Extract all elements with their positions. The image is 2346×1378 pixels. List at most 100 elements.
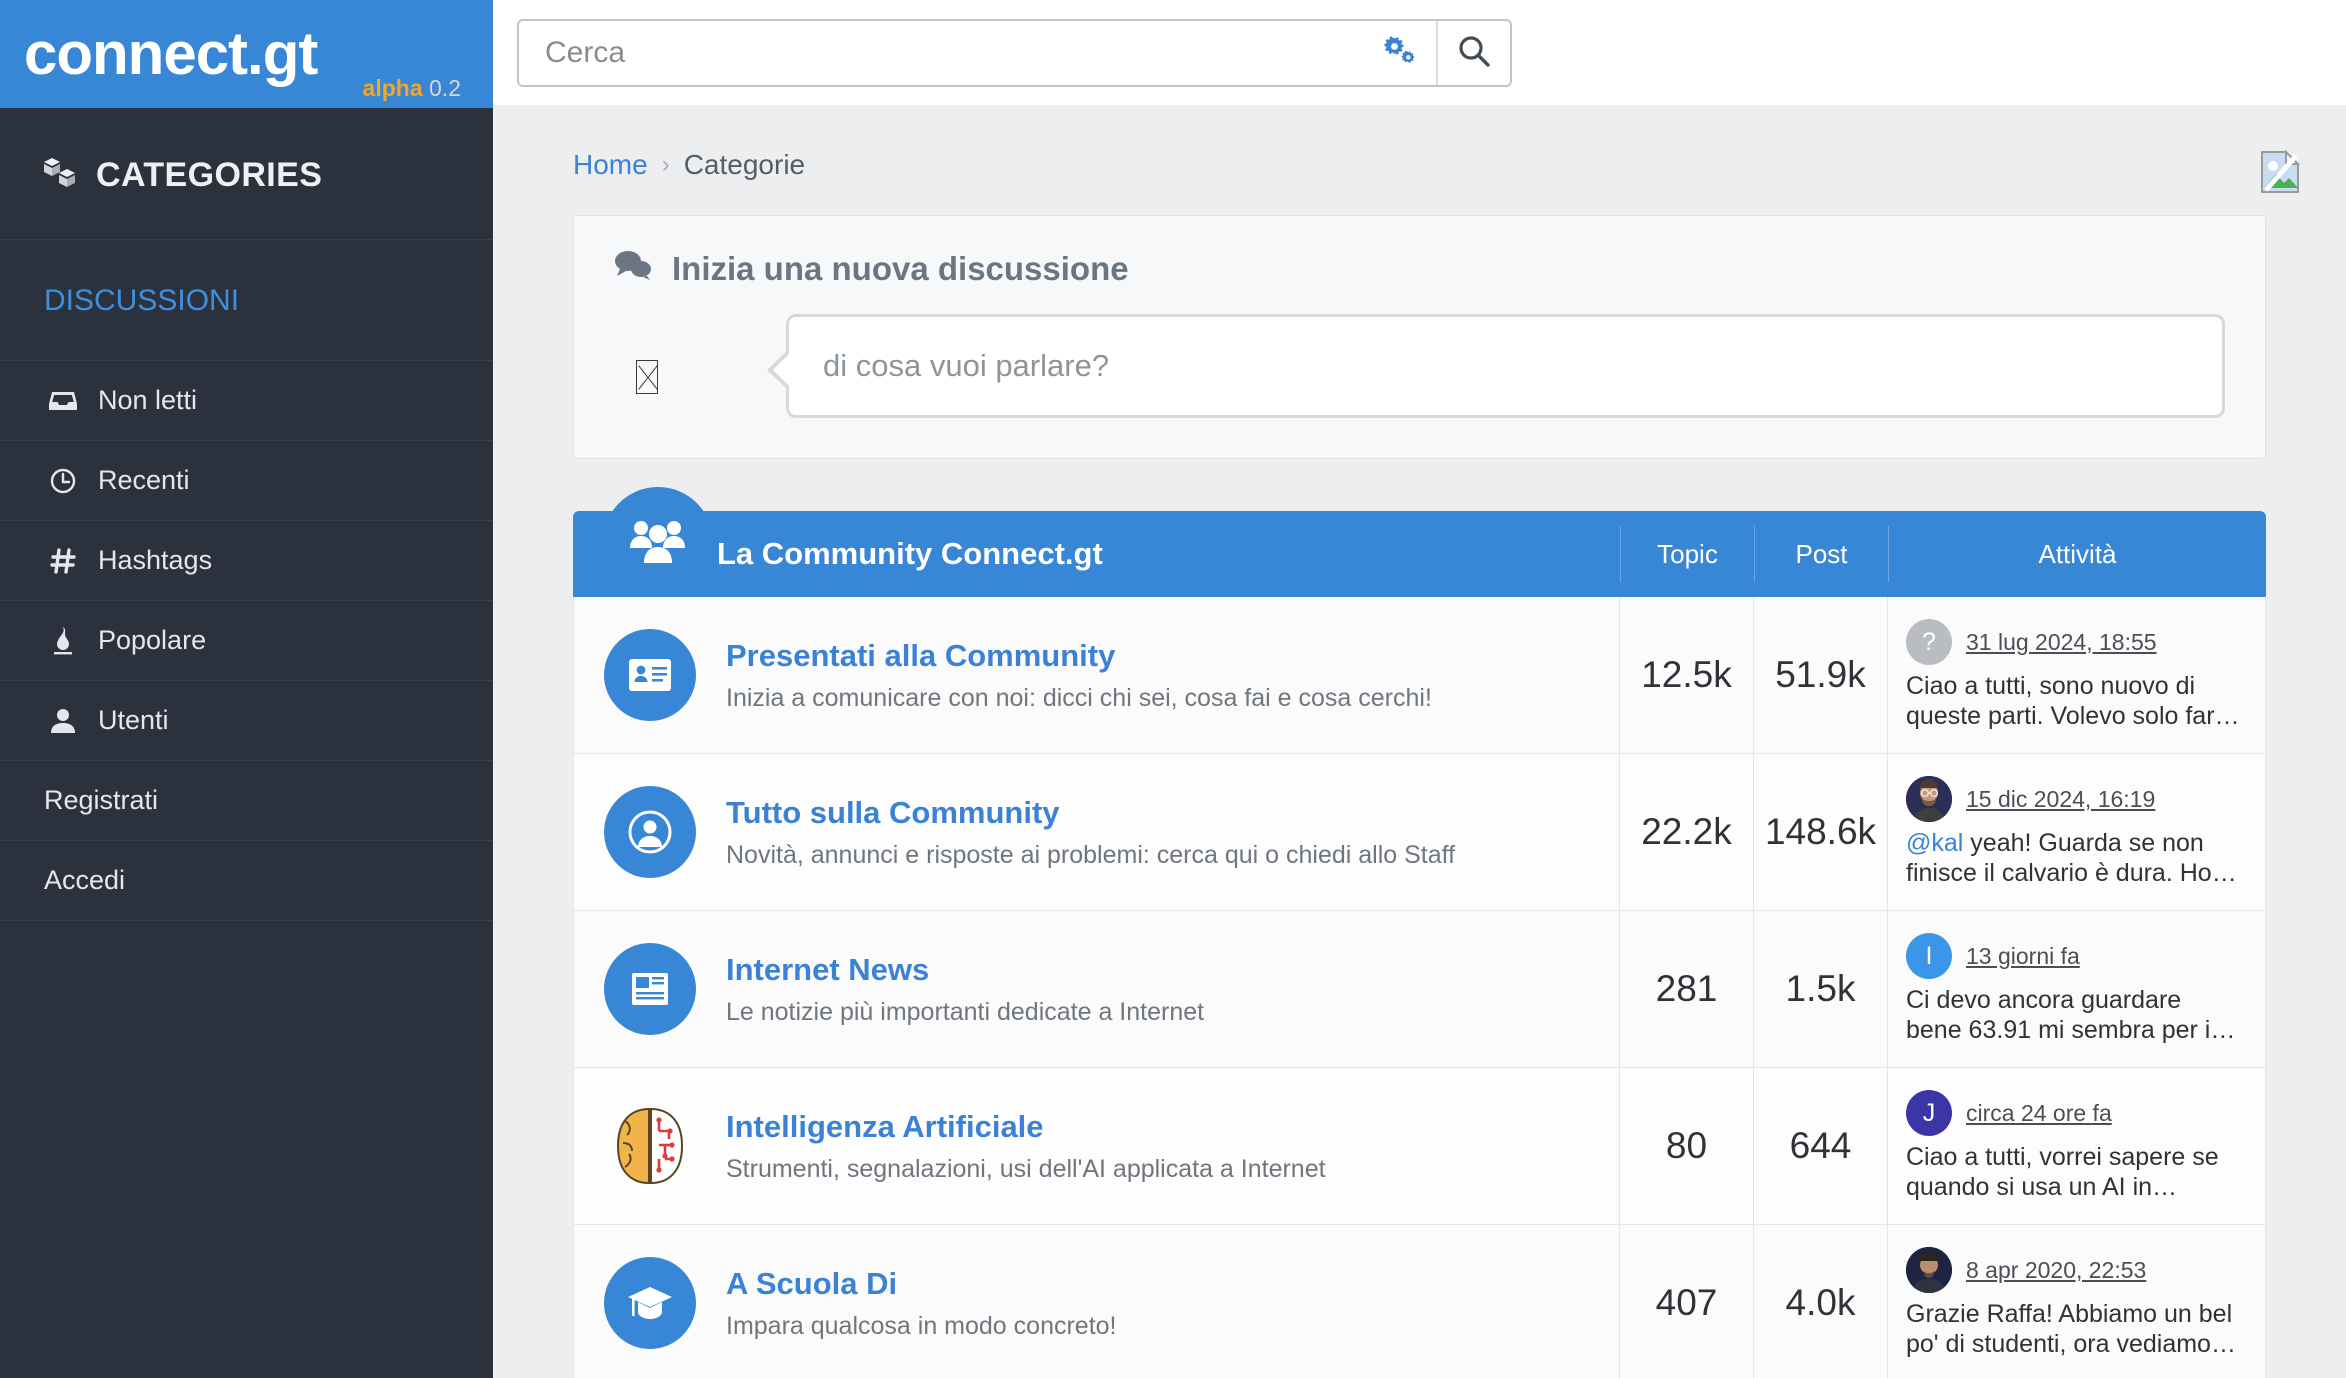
row-main: Presentati alla Community Inizia a comun… (574, 597, 1619, 753)
category-name[interactable]: Intelligenza Artificiale (726, 1109, 1326, 1145)
sidebar: connect.gt alpha 0.2 CATEGORIES DISCUSSI… (0, 0, 493, 1378)
sidebar-item-label: Non letti (98, 385, 198, 415)
sidebar-item-popolare[interactable]: Popolare (0, 601, 493, 681)
avatar[interactable]: ? (1906, 619, 1952, 665)
avatar-initial: J (1922, 1098, 1936, 1127)
activity-cell: ? 31 lug 2024, 18:55 Ciao a tutti, sono … (1887, 597, 2265, 753)
row-main: Tutto sulla Community Novità, annunci e … (574, 754, 1619, 910)
sidebar-item-label: Hashtags (98, 545, 213, 575)
activity-date[interactable]: 31 lug 2024, 18:55 (1966, 629, 2157, 656)
sidebar-item-non-letti[interactable]: Non letti (0, 361, 493, 441)
column-header-activity: Attività (1888, 526, 2266, 582)
table-row[interactable]: Tutto sulla Community Novità, annunci e … (573, 754, 2266, 911)
group-icon (603, 487, 713, 597)
topic-count: 281 (1619, 911, 1753, 1067)
category-name[interactable]: Presentati alla Community (726, 638, 1432, 674)
breadcrumb-separator: › (661, 151, 670, 178)
new-discussion-bubble[interactable]: di cosa vuoi parlare? (767, 314, 2225, 418)
avatar-initial: ? (1922, 627, 1936, 656)
row-text: A Scuola Di Impara qualcosa in modo conc… (726, 1266, 1117, 1341)
brain-icon (604, 1100, 696, 1192)
category-name[interactable]: A Scuola Di (726, 1266, 1117, 1302)
sidebar-item-hashtags[interactable]: Hashtags (0, 521, 493, 601)
search-input[interactable] (519, 20, 1362, 85)
brand-version: alpha 0.2 (363, 75, 461, 102)
activity-date[interactable]: 13 giorni fa (1966, 943, 2080, 970)
activity-header: I 13 giorni fa (1906, 933, 2241, 979)
sidebar-item-label: Registrati (44, 785, 159, 815)
breadcrumb-home[interactable]: Home (573, 149, 648, 181)
new-discussion-input[interactable]: di cosa vuoi parlare? (767, 314, 2225, 418)
row-text: Intelligenza Artificiale Strumenti, segn… (726, 1109, 1326, 1184)
row-main: Internet News Le notizie più importanti … (574, 911, 1619, 1067)
user-circle-icon (604, 786, 696, 878)
sidebar-item-registrati[interactable]: Registrati (0, 761, 493, 841)
search-settings-button[interactable] (1362, 20, 1436, 85)
activity-cell: J circa 24 ore fa Ciao a tutti, vorrei s… (1887, 1068, 2265, 1224)
content: Home › Categorie Inizia una nuova discus… (493, 105, 2346, 1378)
avatar[interactable]: J (1906, 1090, 1952, 1136)
avatar-initial: I (1925, 941, 1933, 970)
sidebar-section-discussioni[interactable]: DISCUSSIONI (0, 240, 493, 361)
sidebar-item-utenti[interactable]: Utenti (0, 681, 493, 761)
activity-date[interactable]: circa 24 ore fa (1966, 1100, 2112, 1127)
hash-icon (48, 547, 78, 574)
table-row[interactable]: Presentati alla Community Inizia a comun… (573, 597, 2266, 754)
sidebar-item-accedi[interactable]: Accedi (0, 841, 493, 921)
new-discussion-title-row: Inizia una nuova discussione (614, 250, 2225, 288)
user-mention[interactable]: @kal (1906, 829, 1963, 857)
topic-count: 80 (1619, 1068, 1753, 1224)
page-root: connect.gt alpha 0.2 CATEGORIES DISCUSSI… (0, 0, 2346, 1378)
row-text: Internet News Le notizie più importanti … (726, 952, 1204, 1027)
post-count: 644 (1753, 1068, 1887, 1224)
activity-snippet: @kal yeah! Guarda se non finisce il calv… (1906, 828, 2241, 888)
category-name[interactable]: Internet News (726, 952, 1204, 988)
clock-icon (48, 468, 78, 494)
row-text: Presentati alla Community Inizia a comun… (726, 638, 1432, 713)
row-main: A Scuola Di Impara qualcosa in modo conc… (574, 1225, 1619, 1378)
category-description: Inizia a comunicare con noi: dicci chi s… (726, 683, 1432, 712)
topic-count: 12.5k (1619, 597, 1753, 753)
table-row[interactable]: Intelligenza Artificiale Strumenti, segn… (573, 1068, 2266, 1225)
activity-header: J circa 24 ore fa (1906, 1090, 2241, 1136)
breadcrumb: Home › Categorie (573, 105, 2266, 215)
gears-icon (1383, 36, 1415, 69)
category-card-header: La Community Connect.gt Topic Post Attiv… (573, 487, 2266, 597)
sidebar-item-label: Utenti (98, 705, 169, 735)
avatar[interactable]: I (1906, 933, 1952, 979)
activity-cell: I 13 giorni fa Ci devo ancora guardare b… (1887, 911, 2265, 1067)
column-header-topic: Topic (1620, 526, 1754, 582)
inbox-icon (48, 389, 78, 413)
activity-date[interactable]: 15 dic 2024, 16:19 (1966, 786, 2155, 813)
activity-cell: 8 apr 2020, 22:53 Grazie Raffa! Abbiamo … (1887, 1225, 2265, 1378)
new-discussion-title: Inizia una nuova discussione (672, 250, 1129, 287)
brand-logo[interactable]: connect.gt alpha 0.2 (0, 0, 493, 108)
category-description: Impara qualcosa in modo concreto! (726, 1311, 1117, 1340)
sidebar-item-recenti[interactable]: Recenti (0, 441, 493, 521)
table-row[interactable]: Internet News Le notizie più importanti … (573, 911, 2266, 1068)
avatar[interactable] (1906, 776, 1952, 822)
topic-count: 407 (1619, 1225, 1753, 1378)
category-name[interactable]: Tutto sulla Community (726, 795, 1455, 831)
row-text: Tutto sulla Community Novità, annunci e … (726, 795, 1455, 870)
new-discussion-input-row: di cosa vuoi parlare? (614, 314, 2225, 418)
new-discussion-input-placeholder: di cosa vuoi parlare? (823, 348, 1110, 383)
broken-image-icon (2256, 148, 2304, 196)
newspaper-icon (604, 943, 696, 1035)
post-count: 51.9k (1753, 597, 1887, 753)
table-row[interactable]: A Scuola Di Impara qualcosa in modo conc… (573, 1225, 2266, 1378)
category-description: Strumenti, segnalazioni, usi dell'AI app… (726, 1154, 1326, 1183)
topbar (493, 0, 2346, 105)
sidebar-item-label: Accedi (44, 865, 126, 895)
post-count: 4.0k (1753, 1225, 1887, 1378)
activity-date[interactable]: 8 apr 2020, 22:53 (1966, 1257, 2146, 1284)
search-submit-button[interactable] (1436, 20, 1510, 85)
search-icon (1457, 34, 1491, 71)
activity-header: ? 31 lug 2024, 18:55 (1906, 619, 2241, 665)
avatar[interactable] (1906, 1247, 1952, 1293)
id-card-icon (604, 629, 696, 721)
cubes-icon (42, 157, 78, 194)
row-main: Intelligenza Artificiale Strumenti, segn… (574, 1068, 1619, 1224)
sidebar-header-categories[interactable]: CATEGORIES (0, 108, 493, 240)
new-discussion-panel: Inizia una nuova discussione di cosa vuo… (573, 215, 2266, 459)
